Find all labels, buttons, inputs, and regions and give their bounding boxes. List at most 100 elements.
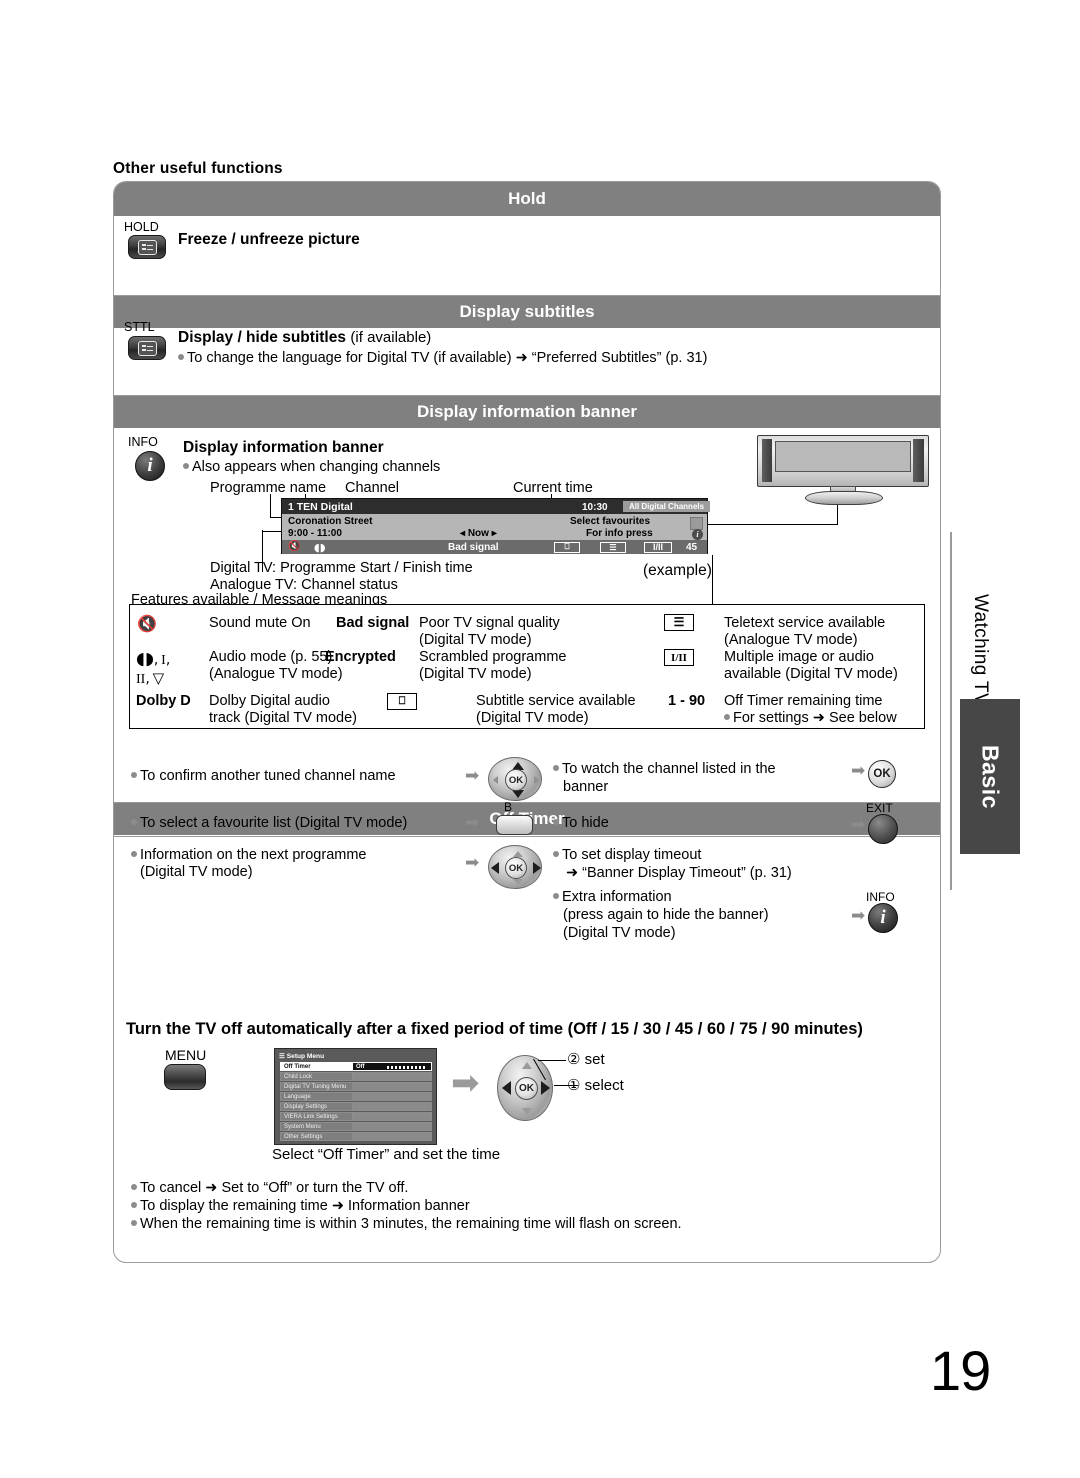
setup-row-display-settings[interactable]: Display Settings — [280, 1102, 432, 1111]
osd-row-programme: Coronation Street Select favourites 9:00… — [282, 514, 707, 540]
action-left-2-row: To select a favourite list (Digital TV m… — [131, 815, 407, 831]
callout-example: (example) — [643, 562, 712, 579]
off-timer-caption: Select “Off Timer” and set the time — [272, 1146, 501, 1163]
setup-row-other-settings[interactable]: Other Settings — [280, 1132, 432, 1141]
features-table: 🔇 Sound mute On Bad signal Poor TV signa… — [129, 604, 925, 729]
b-button-label: B — [504, 800, 513, 814]
off-timer-step2: ② set — [567, 1051, 605, 1068]
osd-subtitle-icon: ⎕ — [554, 541, 580, 553]
table-row1-c3-text: Teletext service available — [724, 615, 886, 631]
osd-channel-list-chip: All Digital Channels — [623, 500, 710, 512]
menu-button[interactable] — [164, 1064, 206, 1090]
table-row3-c2-text: Subtitle service available — [476, 693, 636, 709]
table-row3-c3-text2-row: For settings ➜ See below — [724, 710, 897, 727]
callout-current-time: Current time — [513, 480, 593, 496]
bullet-dot-icon — [131, 1220, 137, 1226]
action-left-3-text: Information on the next programme — [140, 847, 367, 863]
dpad-left-right[interactable]: OK — [488, 845, 542, 889]
off-timer-note-1-row: To cancel ➜ Set to “Off” or turn the TV … — [131, 1180, 408, 1196]
table-row1-c3-text2: (Analogue TV mode) — [724, 632, 858, 648]
action-left-1-text: To confirm another tuned channel name — [140, 768, 396, 784]
table-audio-mode-symbols: ◖◗, I, II, ▽ — [136, 649, 171, 687]
table-row2-c1-text2: (Analogue TV mode) — [209, 666, 343, 682]
table-teletext-symbol: ☰ — [664, 614, 694, 631]
subtitle-key-icon[interactable] — [128, 336, 166, 360]
setup-slider — [387, 1066, 427, 1069]
setup-row-label: Other Settings — [280, 1132, 353, 1141]
osd-mute-icon: 🔇 — [288, 541, 301, 552]
table-row3-c1-text2: track (Digital TV mode) — [209, 710, 357, 726]
setup-row-label: Off Timer — [280, 1062, 353, 1071]
action-left-2-text: To select a favourite list (Digital TV m… — [140, 815, 408, 831]
menu-key-label: MENU — [165, 1047, 207, 1063]
off-timer-step1: ① select — [567, 1077, 624, 1094]
osd-status-message: Bad signal — [448, 541, 499, 553]
osd-info-icon: i — [692, 528, 703, 540]
arrow-right-icon: ➡ — [465, 766, 480, 786]
dpad-ok-center[interactable]: OK — [515, 1077, 538, 1100]
callout-digital-tv-line: Digital TV: Programme Start / Finish tim… — [210, 560, 473, 576]
info-key-icon[interactable]: i — [135, 451, 165, 481]
setup-row-digital-tuning[interactable]: Digital TV Tuning Menu — [280, 1082, 432, 1091]
arrow-right-icon: ➡ — [851, 815, 866, 835]
table-row2-c2-text: Scrambled programme — [419, 649, 567, 665]
info-key-label: INFO — [128, 435, 158, 449]
table-dolby-symbol: Dolby D — [136, 693, 191, 709]
setup-row-language[interactable]: Language — [280, 1092, 432, 1101]
off-timer-note-3-row: When the remaining time is within 3 minu… — [131, 1216, 682, 1232]
table-mute-symbol: 🔇 — [137, 616, 157, 633]
setup-row-label: Display Settings — [280, 1102, 353, 1111]
osd-audio-mode-icon: I/II — [644, 541, 672, 553]
setup-row-label: Child Lock — [280, 1072, 353, 1081]
dpad-setup[interactable]: OK — [497, 1055, 553, 1121]
setup-row-child-lock[interactable]: Child Lock — [280, 1072, 432, 1081]
info-button[interactable]: i — [868, 903, 898, 933]
action-right-1-text2: banner — [563, 779, 609, 795]
arrow-right-large-icon: ➡ — [451, 1063, 480, 1103]
info-banner-heading: Display information banner — [183, 439, 384, 456]
table-row2-c3-text: Multiple image or audio — [724, 649, 874, 665]
action-left-3-text2: (Digital TV mode) — [140, 864, 253, 880]
osd-now-label: ◂ Now ▸ — [460, 528, 497, 539]
setup-row-system-menu[interactable]: System Menu — [280, 1122, 432, 1131]
tv-screen — [775, 441, 911, 472]
off-timer-note-3: When the remaining time is within 3 minu… — [140, 1216, 682, 1232]
off-timer-heading: Turn the TV off automatically after a fi… — [126, 1020, 863, 1038]
action-right-4-text2: (press again to hide the banner) — [563, 907, 769, 923]
ok-button[interactable]: OK — [868, 760, 896, 788]
setup-row-off-timer[interactable]: Off Timer Off — [280, 1062, 432, 1071]
bullet-dot-icon — [131, 772, 137, 778]
hold-key-label: HOLD — [124, 220, 159, 234]
setup-row-label: VIERA Link Settings — [280, 1112, 353, 1121]
b-button[interactable] — [496, 815, 533, 835]
arrow-right-icon: ➡ — [465, 853, 480, 873]
table-row1-c2-text2: (Digital TV mode) — [419, 632, 532, 648]
bullet-dot-icon — [553, 851, 559, 857]
bullet-dot-icon — [178, 354, 184, 360]
table-multi-audio-symbol: I/II — [664, 649, 694, 666]
bullet-dot-icon — [724, 714, 730, 720]
dpad-ok-center[interactable]: OK — [505, 857, 527, 879]
table-row1-c1-text: Sound mute On — [209, 615, 311, 631]
arrow-right-icon: ➡ — [851, 906, 866, 926]
sttl-key-label: STTL — [124, 320, 155, 334]
setup-row-viera-link[interactable]: VIERA Link Settings — [280, 1112, 432, 1121]
osd-channel-name: 1 TEN Digital — [288, 501, 353, 513]
subtitles-heading: Display / hide subtitles — [178, 329, 346, 346]
off-timer-note-1: To cancel ➜ Set to “Off” or turn the TV … — [140, 1180, 409, 1196]
callout-programme-name: Programme name — [210, 480, 327, 496]
action-right-3-text: To set display timeout — [562, 847, 702, 863]
table-row2-c2-symbol: Encrypted — [325, 649, 396, 665]
setup-row-label: Language — [280, 1092, 353, 1101]
dpad-ok-center[interactable]: OK — [505, 769, 527, 791]
table-row3-c1-text: Dolby Digital audio — [209, 693, 330, 709]
section-header-subtitles: Display subtitles — [114, 296, 940, 328]
off-timer-note-2: To display the remaining time ➜ Informat… — [140, 1198, 470, 1214]
subtitles-heading-line: Display / hide subtitles (if available) — [178, 329, 431, 347]
exit-button[interactable] — [868, 814, 898, 844]
action-right-4-text: Extra information — [562, 889, 672, 905]
table-subtitle-symbol: ⎕ — [387, 693, 417, 710]
hold-key-icon[interactable] — [128, 235, 166, 259]
osd-current-time: 10:30 — [582, 501, 608, 513]
dpad-up-down[interactable]: OK — [488, 757, 542, 801]
